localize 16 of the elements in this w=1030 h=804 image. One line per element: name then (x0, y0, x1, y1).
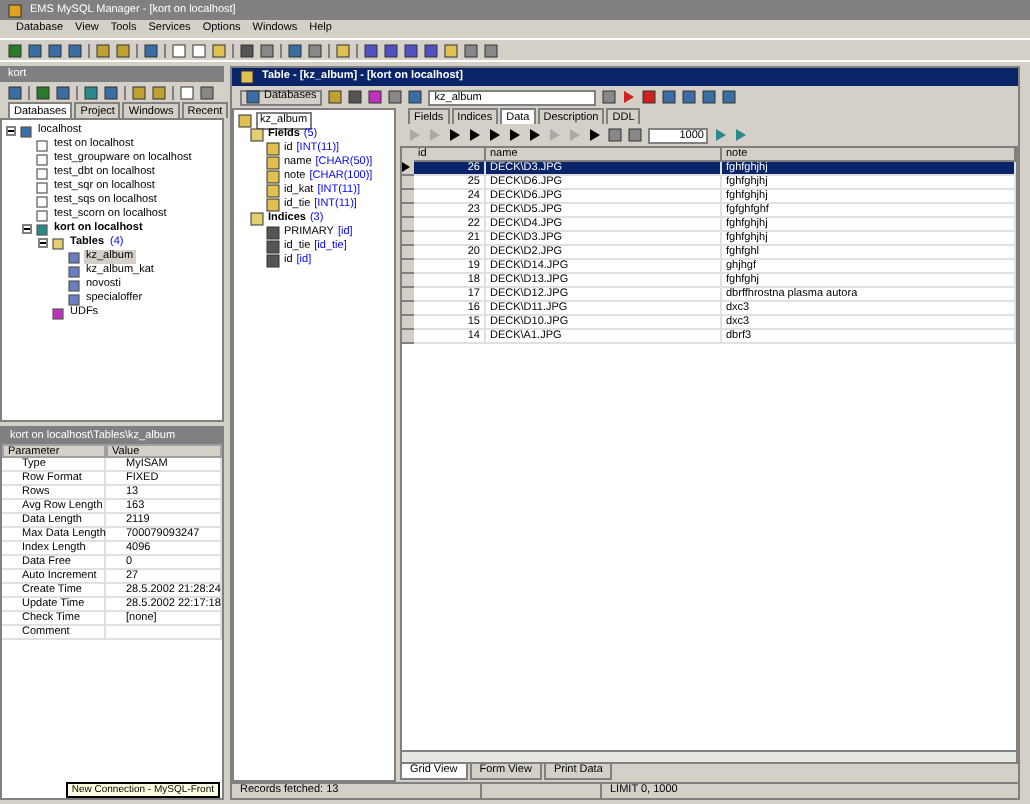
next-page-icon[interactable] (714, 128, 728, 142)
folder-icon (52, 237, 64, 249)
row-pointer-icon (402, 162, 410, 172)
database-icon[interactable] (246, 90, 260, 104)
table-cell (106, 626, 223, 640)
folder-icon[interactable] (250, 212, 264, 226)
horizontal-scrollbar[interactable] (402, 750, 1016, 762)
last-page-icon[interactable] (734, 128, 748, 142)
expand-toggle-icon[interactable] (6, 126, 16, 136)
table-icon[interactable] (240, 70, 254, 84)
app-icon[interactable] (8, 3, 22, 17)
expand-toggle-icon[interactable] (38, 238, 48, 248)
function-icon (52, 307, 64, 319)
toolbar-icon[interactable] (602, 90, 617, 104)
expand-toggle-icon[interactable] (22, 224, 32, 234)
folder-icon[interactable] (250, 128, 264, 142)
